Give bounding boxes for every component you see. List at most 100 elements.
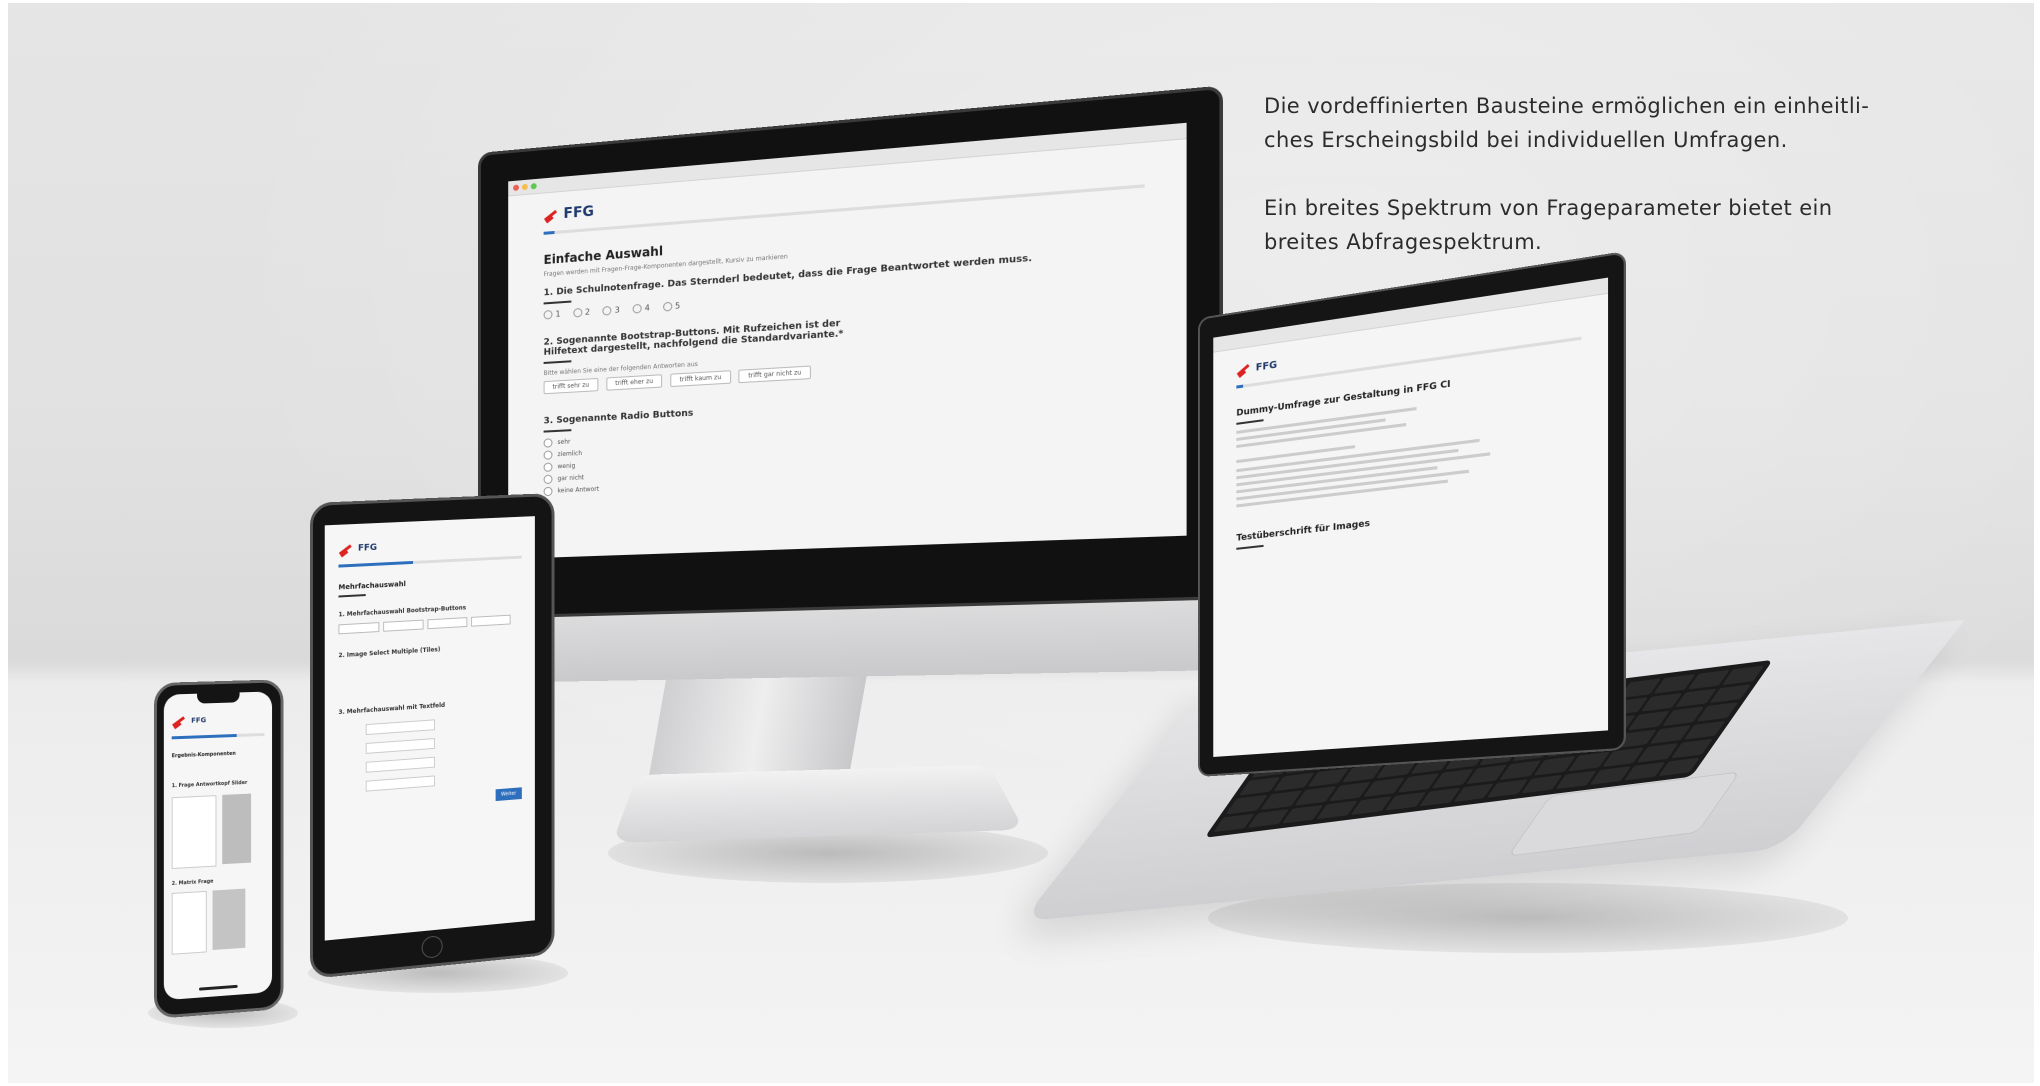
question-2-rule	[543, 360, 572, 365]
grade-option[interactable]: 5	[662, 301, 680, 312]
caption-line-1: Die vordeffinierten Bausteine ermögliche…	[1264, 94, 1870, 118]
phone-notch	[197, 692, 240, 704]
monitor-stand-neck	[649, 675, 867, 775]
keyboard-key[interactable]	[1628, 710, 1671, 730]
radio-circle-icon[interactable]	[543, 450, 553, 460]
laptop-subtitle-rule	[1236, 544, 1264, 550]
keyboard-key[interactable]	[1273, 772, 1315, 792]
tablet-home-button[interactable]	[421, 935, 443, 959]
keyboard-key[interactable]	[1521, 774, 1564, 794]
tablet-submit-button[interactable]: Weiter	[495, 787, 522, 802]
text-field[interactable]	[365, 756, 436, 773]
phone-progress-bar	[171, 732, 265, 740]
caption-line-3: Ein breites Spektrum von Frageparameter …	[1264, 196, 1833, 220]
keyboard-key[interactable]	[1624, 761, 1666, 781]
grade-option[interactable]: 4	[632, 303, 650, 314]
question-2: 2. Sogenannte Bootstrap-Buttons. Mit Ruf…	[543, 318, 844, 358]
answer-button[interactable]: trifft eher zu	[606, 374, 663, 391]
laptop: FFG Dummy-Umfrage zur Gestaltung in FFG …	[1198, 250, 1626, 777]
phone-question-2: 2. Matrix Frage	[171, 878, 214, 887]
keyboard-key[interactable]	[1384, 791, 1427, 811]
tablet-option-button[interactable]	[383, 619, 424, 632]
keyboard-key[interactable]	[1307, 767, 1350, 787]
text-field[interactable]	[365, 738, 436, 754]
tablet-button-row	[338, 614, 521, 635]
keyboard-key[interactable]	[1294, 786, 1337, 806]
phone-screen: FFG Ergebnis-Komponenten 1. Frage Antwor…	[163, 691, 273, 1001]
keyboard-key[interactable]	[1453, 782, 1495, 803]
maximize-dot-icon[interactable]	[530, 182, 537, 190]
keyboard-key[interactable]	[1226, 794, 1268, 814]
tablet-survey-page: FFG Mehrfachauswahl 1. Mehrfachauswahl B…	[325, 516, 535, 833]
keyboard-key[interactable]	[1363, 777, 1405, 797]
phone-home-indicator	[199, 984, 238, 991]
tablet-option-button[interactable]	[427, 617, 468, 630]
keyboard-key[interactable]	[1662, 706, 1705, 726]
keyboard-key[interactable]	[1568, 751, 1611, 771]
tablet-option-button[interactable]	[471, 614, 511, 627]
ffg-logo-icon	[544, 207, 560, 222]
close-dot-icon[interactable]	[513, 184, 519, 192]
phone-ffg-logo: FFG	[172, 711, 265, 728]
keyboard-key[interactable]	[1328, 781, 1371, 801]
keyboard-key[interactable]	[1260, 790, 1303, 810]
keyboard-key[interactable]	[1675, 688, 1718, 708]
monitor-screen: FFG Einfache Auswahl Fragen werden mit F…	[508, 122, 1187, 559]
tablet-option-button[interactable]	[338, 622, 380, 635]
keyboard-key[interactable]	[1281, 804, 1324, 824]
minimize-dot-icon[interactable]	[521, 183, 528, 191]
grade-option[interactable]: 1	[543, 309, 561, 320]
keyboard-key[interactable]	[1465, 764, 1508, 784]
keyboard-key[interactable]	[1238, 776, 1281, 796]
radio-circle-icon[interactable]	[543, 474, 553, 485]
keyboard-key[interactable]	[1534, 755, 1576, 776]
keyboard-key[interactable]	[1316, 800, 1358, 820]
ffg-logo-icon	[172, 714, 188, 728]
keyboard-key[interactable]	[1487, 778, 1529, 798]
tablet-text-fields	[338, 713, 521, 793]
keyboard-key[interactable]	[1637, 742, 1679, 763]
answer-button[interactable]: trifft sehr zu	[543, 377, 599, 395]
phone-slider[interactable]	[222, 793, 252, 865]
product-mockup-scene: Die vordeffinierten Bausteine ermögliche…	[8, 3, 2034, 1083]
keyboard-key[interactable]	[1653, 674, 1696, 694]
phone-matrix	[171, 887, 265, 955]
answer-button[interactable]: trifft gar nicht zu	[738, 365, 811, 384]
radio-circle-icon[interactable]	[543, 438, 553, 448]
keyboard-key[interactable]	[1397, 773, 1439, 793]
laptop-subtitle: Testüberschrift für Images	[1236, 518, 1370, 544]
keyboard-key[interactable]	[1431, 768, 1474, 789]
tablet-screen: FFG Mehrfachauswahl 1. Mehrfachauswahl B…	[324, 516, 535, 941]
phone-matrix-col	[171, 890, 207, 955]
grade-option[interactable]: 2	[573, 307, 590, 318]
radio-circle-icon[interactable]	[543, 486, 553, 497]
laptop-title-rule	[1236, 419, 1264, 425]
keyboard-key[interactable]	[1589, 765, 1632, 785]
text-field[interactable]	[365, 719, 436, 736]
radio-circle-icon[interactable]	[543, 462, 553, 472]
keyboard-key[interactable]	[1649, 724, 1692, 744]
keyboard-key[interactable]	[1619, 678, 1662, 698]
grade-option[interactable]: 3	[602, 305, 620, 316]
answer-button[interactable]: trifft kaum zu	[670, 370, 731, 388]
keyboard-key[interactable]	[1500, 760, 1542, 780]
phone-survey-page: FFG Ergebnis-Komponenten 1. Frage Antwor…	[164, 691, 272, 975]
text-field[interactable]	[365, 775, 436, 792]
keyboard-key[interactable]	[1555, 769, 1598, 790]
monitor-stand-foot	[612, 765, 1025, 844]
keyboard-key[interactable]	[1350, 795, 1392, 815]
question-3-rule	[543, 429, 572, 433]
monitor-bezel: FFG Einfache Auswahl Fragen werden mit F…	[478, 85, 1224, 619]
keyboard-key[interactable]	[1213, 812, 1255, 833]
keyboard-key[interactable]	[1688, 669, 1730, 689]
tablet-section-title: Mehrfachauswahl	[338, 580, 406, 592]
keyboard-key[interactable]	[1247, 808, 1290, 828]
keyboard-key[interactable]	[1641, 692, 1683, 712]
keyboard-key[interactable]	[1418, 787, 1461, 807]
phone-question-1: 1. Frage Antwortkopf Slider	[171, 779, 248, 790]
caption-paragraph-2: Ein breites Spektrum von Frageparameter …	[1264, 191, 1904, 259]
tablet-ffg-logo: FFG	[338, 534, 521, 556]
tablet-progress-bar	[338, 555, 522, 568]
tablet-title-rule	[338, 594, 366, 598]
phone-section-title: Ergebnis-Komponenten	[171, 750, 236, 760]
